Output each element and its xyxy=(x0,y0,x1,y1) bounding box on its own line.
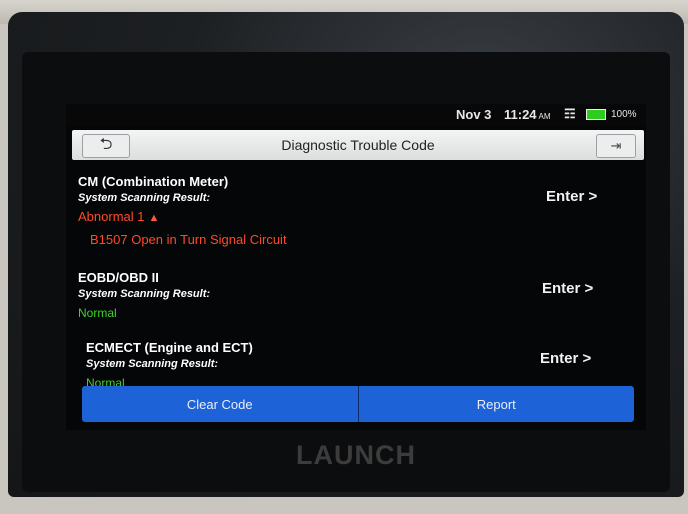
enter-button-cm[interactable]: Enter > xyxy=(546,188,597,205)
system-entry-cm: CM (Combination Meter) System Scanning R… xyxy=(78,174,287,247)
action-button-bar: Clear Code Report xyxy=(82,386,634,422)
triangle-up-icon: ▲ xyxy=(148,212,160,224)
battery-icon xyxy=(586,109,606,120)
exit-button[interactable]: ⇥ xyxy=(596,134,636,158)
system-name: CM (Combination Meter) xyxy=(78,174,229,189)
wifi-icon: ☶ xyxy=(564,106,576,121)
enter-button-eobd[interactable]: Enter > xyxy=(542,280,593,297)
system-entry-eobd: EOBD/OBD II System Scanning Result: Norm… xyxy=(78,270,210,320)
status-bar: Nov 3 11:24 AM ☶ 100% xyxy=(66,104,646,126)
scan-result-abnormal[interactable]: Abnormal 1 ▲ xyxy=(78,209,287,224)
system-name: EOBD/OBD II xyxy=(78,270,159,285)
page-title: Diagnostic Trouble Code xyxy=(281,137,435,153)
system-entry-ecmect: ECMECT (Engine and ECT) System Scanning … xyxy=(86,340,253,390)
battery-percent: 100% xyxy=(611,109,637,120)
brand-logo: LAUNCH xyxy=(296,440,416,470)
scan-result-normal: Normal xyxy=(78,306,117,320)
status-time-value: 11:24 xyxy=(504,107,537,122)
scan-result-value: Abnormal 1 xyxy=(78,209,145,224)
clear-code-button[interactable]: Clear Code xyxy=(82,386,359,422)
scan-result-label: System Scanning Result: xyxy=(78,288,211,300)
enter-button-ecmect[interactable]: Enter > xyxy=(540,350,591,367)
dtc-item: B1507 Open in Turn Signal Circuit xyxy=(90,232,287,247)
status-time: 11:24 AM xyxy=(504,107,551,122)
system-name: ECMECT (Engine and ECT) xyxy=(86,340,253,355)
device-screen: Nov 3 11:24 AM ☶ 100% ⮌ Diagnostic Troubl… xyxy=(66,104,646,430)
exit-icon: ⇥ xyxy=(610,138,622,153)
status-date: Nov 3 xyxy=(456,107,492,122)
scan-result-label: System Scanning Result: xyxy=(78,192,211,204)
status-ampm: AM xyxy=(538,112,551,121)
scan-result-label: System Scanning Result: xyxy=(86,358,219,370)
title-bar: ⮌ Diagnostic Trouble Code ⇥ xyxy=(72,130,644,160)
report-button[interactable]: Report xyxy=(359,386,635,422)
